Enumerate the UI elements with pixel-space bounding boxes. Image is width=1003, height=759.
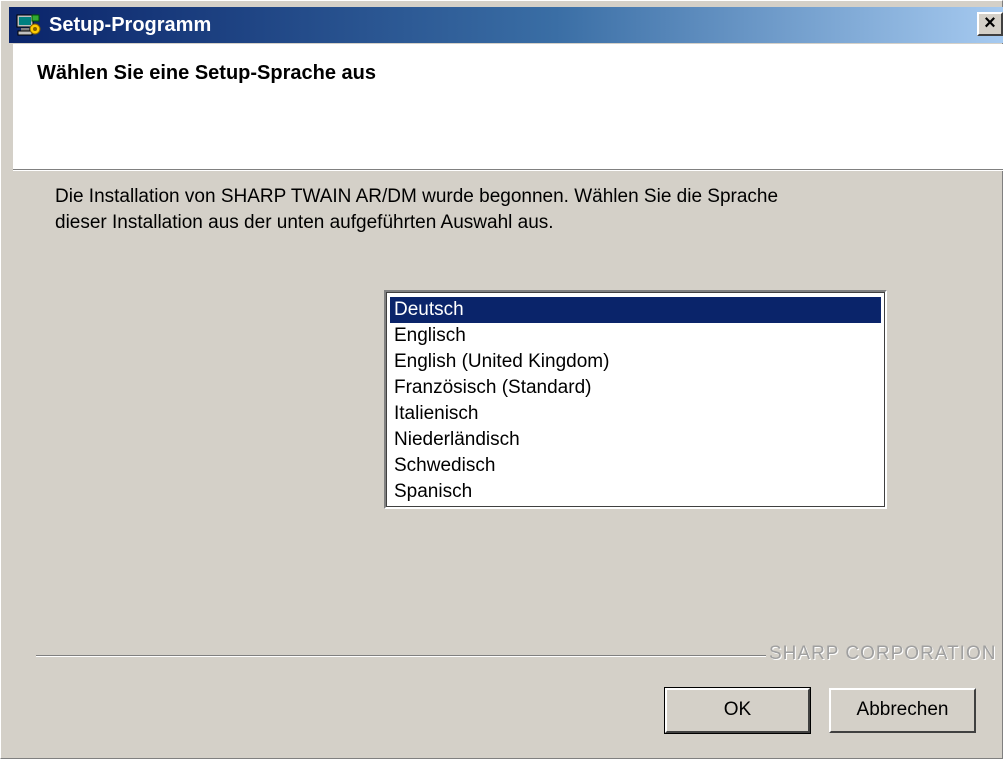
brand-label: SHARP CORPORATION — [769, 643, 997, 664]
header-panel: Wählen Sie eine Setup-Sprache aus — [13, 44, 1003, 171]
setup-computer-icon — [15, 12, 41, 38]
close-icon: × — [984, 12, 996, 34]
setup-dialog: Setup-Programm × Wählen Sie eine Setup-S… — [0, 0, 1003, 759]
page-title: Wählen Sie eine Setup-Sprache aus — [37, 62, 376, 84]
language-option[interactable]: Deutsch — [390, 297, 881, 323]
instructions-line-1: Die Installation von SHARP TWAIN AR/DM w… — [55, 186, 779, 207]
language-list: Deutsch Englisch English (United Kingdom… — [390, 297, 881, 505]
window-title: Setup-Programm — [49, 14, 212, 36]
language-option[interactable]: Italienisch — [390, 401, 881, 427]
language-option[interactable]: Englisch — [390, 323, 881, 349]
ok-button[interactable]: OK — [664, 687, 811, 734]
language-option[interactable]: Schwedisch — [390, 453, 881, 479]
footer-divider — [36, 655, 766, 657]
instructions-line-2: dieser Installation aus der unten aufgef… — [55, 212, 554, 233]
cancel-button[interactable]: Abbrechen — [829, 688, 976, 733]
language-option[interactable]: Niederländisch — [390, 427, 881, 453]
language-option[interactable]: English (United Kingdom) — [390, 349, 881, 375]
close-button[interactable]: × — [977, 12, 1003, 36]
language-option[interactable]: Französisch (Standard) — [390, 375, 881, 401]
language-listbox[interactable]: Deutsch Englisch English (United Kingdom… — [384, 290, 887, 509]
instructions-text: Die Installation von SHARP TWAIN AR/DM w… — [55, 184, 955, 236]
title-bar[interactable]: Setup-Programm × — [9, 7, 1003, 43]
language-option[interactable]: Spanisch — [390, 479, 881, 505]
